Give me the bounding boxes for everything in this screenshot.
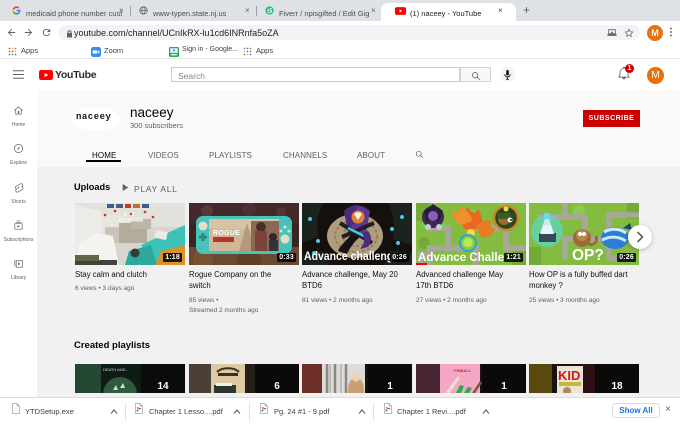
svg-text:DEATH AND...: DEATH AND... (103, 367, 129, 372)
svg-text:OP?: OP? (572, 247, 604, 264)
svg-text:KID: KID (558, 368, 580, 383)
svg-text:ROGUE: ROGUE (213, 230, 240, 237)
svg-text:Advance Challe: Advance Challe (418, 250, 504, 264)
svg-text:PINBALL: PINBALL (454, 368, 472, 373)
svg-text:1 : 2: 1 : 2 (124, 212, 134, 218)
svg-text:Advance challenge: Advance challenge (304, 249, 399, 263)
